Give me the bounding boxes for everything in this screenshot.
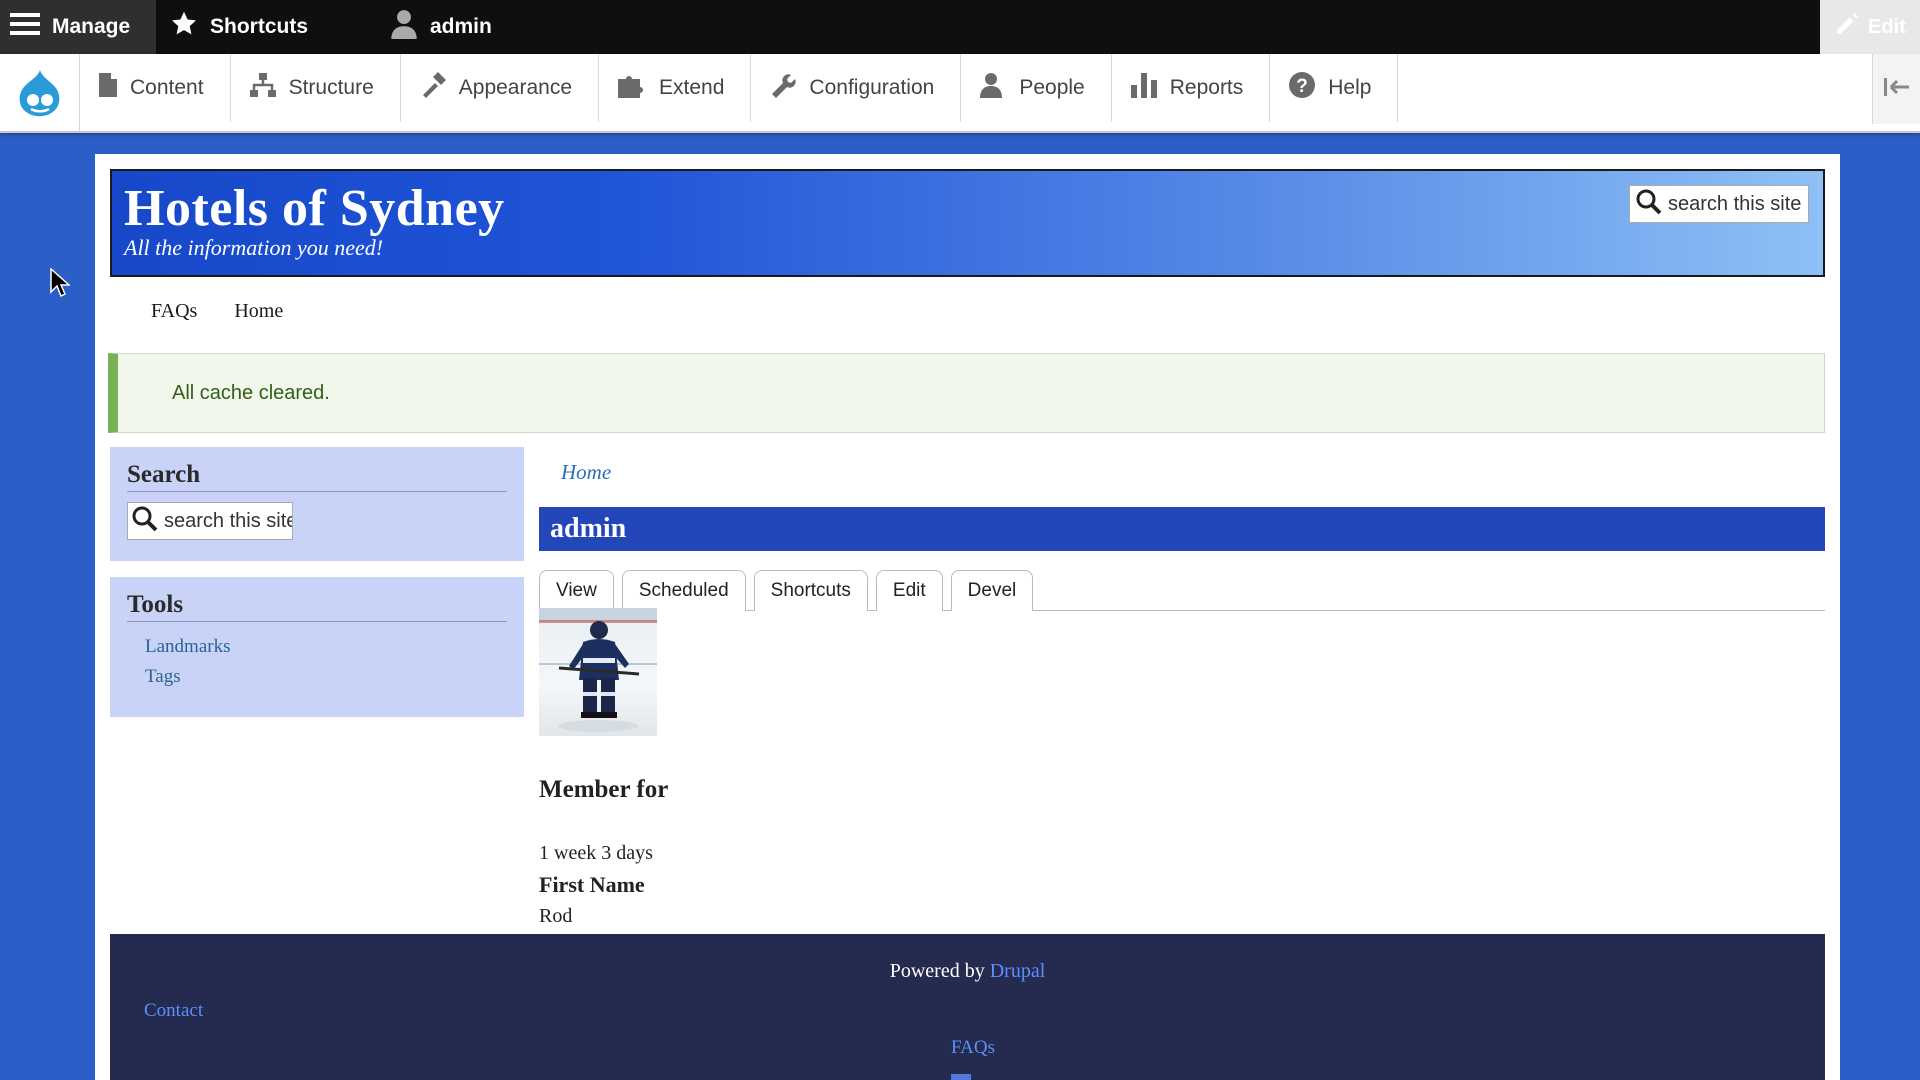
tools-link-tags[interactable]: Tags xyxy=(145,662,507,692)
local-tasks-tabs: View Scheduled Shortcuts Edit Devel xyxy=(539,565,1825,611)
page-title-bar: admin xyxy=(539,507,1825,551)
help-icon: ? xyxy=(1288,71,1328,105)
sidebar-tools-block: Tools Landmarks Tags xyxy=(110,577,524,717)
status-message-text: All cache cleared. xyxy=(172,381,330,404)
tray-item-label: Structure xyxy=(288,76,374,99)
tools-block-title: Tools xyxy=(127,591,507,622)
tray-item-label: Help xyxy=(1328,76,1372,99)
nav-item-home[interactable]: Home xyxy=(234,300,283,323)
first-name-label: First Name xyxy=(539,872,645,897)
tab-shortcuts[interactable]: Shortcuts xyxy=(753,570,868,611)
search-icon xyxy=(1636,189,1662,220)
tab-view[interactable]: View xyxy=(539,570,614,611)
tools-link-landmarks[interactable]: Landmarks xyxy=(145,632,507,662)
person-icon xyxy=(979,71,1019,105)
collapse-arrow-icon xyxy=(1882,75,1912,104)
toolbar-shortcuts-button[interactable]: Shortcuts xyxy=(156,0,364,54)
hamburger-icon xyxy=(10,11,52,43)
toolbar-manage-button[interactable]: Manage xyxy=(0,0,156,54)
tab-scheduled[interactable]: Scheduled xyxy=(621,570,746,611)
tray-item-label: Extend xyxy=(659,76,725,99)
admin-toolbar: Manage Shortcuts admin Edit xyxy=(0,0,1920,54)
header-search-box xyxy=(1629,185,1809,223)
mouse-pointer-icon xyxy=(50,267,71,303)
tray-item-people[interactable]: People xyxy=(961,54,1112,122)
header-search-input[interactable] xyxy=(1662,192,1808,216)
powered-by-text: Powered by xyxy=(889,960,985,982)
puzzle-icon xyxy=(617,71,659,105)
tray-item-help[interactable]: ? Help xyxy=(1270,54,1399,122)
paint-brush-icon xyxy=(419,71,459,105)
site-header: Hotels of Sydney All the information you… xyxy=(110,169,1825,277)
first-name-value: Rod xyxy=(539,905,573,927)
admin-tray: Content Structure Appearance Extend Conf… xyxy=(0,54,1920,133)
user-icon xyxy=(390,9,430,45)
tray-item-extend[interactable]: Extend xyxy=(599,54,752,122)
tray-item-appearance[interactable]: Appearance xyxy=(401,54,600,122)
site-slogan: All the information you need! xyxy=(124,235,384,260)
site-footer: Powered by Drupal Contact FAQs xyxy=(110,934,1825,1080)
member-for-value: 1 week 3 days xyxy=(539,842,653,864)
pencil-icon xyxy=(1834,11,1860,43)
toolbar-manage-label: Manage xyxy=(52,15,131,38)
sidebar-search-input[interactable] xyxy=(158,509,292,533)
tray-collapse-button[interactable] xyxy=(1872,54,1920,124)
footer-contact-link[interactable]: Contact xyxy=(144,1000,203,1022)
member-for-label: Member for xyxy=(539,776,669,803)
toolbar-edit-label: Edit xyxy=(1868,15,1906,38)
tray-item-structure[interactable]: Structure xyxy=(231,54,401,122)
star-icon xyxy=(170,10,210,44)
sidebar-search-block: Search xyxy=(110,447,524,561)
status-message: All cache cleared. xyxy=(108,353,1825,433)
wrench-icon xyxy=(769,71,809,105)
sidebar-search-box xyxy=(127,502,293,540)
footer-link-fragment xyxy=(951,1074,971,1080)
powered-by: Powered by Drupal xyxy=(110,960,1825,983)
drupal-logo-icon[interactable] xyxy=(0,54,80,131)
sitemap-icon xyxy=(249,72,289,104)
tray-item-label: People xyxy=(1019,76,1085,99)
toolbar-user-button[interactable]: admin xyxy=(364,0,520,54)
tools-links: Landmarks Tags xyxy=(127,632,507,692)
toolbar-shortcuts-label: Shortcuts xyxy=(210,15,309,38)
tray-item-label: Reports xyxy=(1169,76,1244,99)
footer-faqs-link[interactable]: FAQs xyxy=(951,1037,995,1059)
page-container: Hotels of Sydney All the information you… xyxy=(95,154,1840,1080)
user-avatar xyxy=(539,608,657,736)
bar-chart-icon xyxy=(1130,71,1170,105)
main-nav: FAQs Home xyxy=(151,300,283,323)
tray-item-label: Appearance xyxy=(458,76,573,99)
site-name[interactable]: Hotels of Sydney xyxy=(124,179,505,238)
tray-item-label: Configuration xyxy=(809,76,935,99)
tray-item-label: Content xyxy=(130,76,204,99)
tab-edit[interactable]: Edit xyxy=(875,570,943,611)
tab-devel[interactable]: Devel xyxy=(950,570,1034,611)
nav-item-faqs[interactable]: FAQs xyxy=(151,300,197,323)
tray-item-reports[interactable]: Reports xyxy=(1112,54,1271,122)
svg-text:?: ? xyxy=(1296,76,1308,97)
file-icon xyxy=(98,72,130,104)
breadcrumb[interactable]: Home xyxy=(561,460,611,485)
search-block-title: Search xyxy=(127,461,507,492)
tray-item-content[interactable]: Content xyxy=(80,54,231,122)
page-title: admin xyxy=(550,513,627,544)
drupal-link[interactable]: Drupal xyxy=(990,960,1046,982)
toolbar-edit-button[interactable]: Edit xyxy=(1820,0,1920,54)
search-icon xyxy=(132,506,158,537)
toolbar-user-label: admin xyxy=(430,15,492,38)
tray-item-configuration[interactable]: Configuration xyxy=(751,54,962,122)
